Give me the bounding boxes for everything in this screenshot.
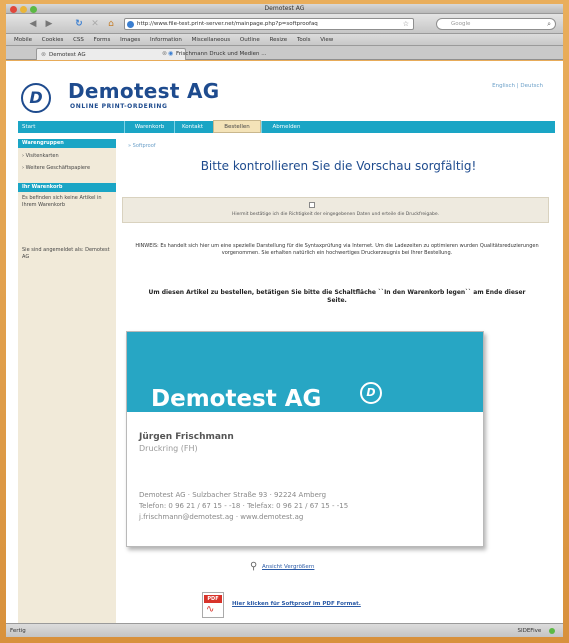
sidebar-heading-warenkorb: Ihr Warenkorb [18, 183, 116, 192]
home-icon[interactable]: ⌂ [104, 18, 118, 30]
site-identity-icon [127, 21, 134, 28]
card-address: Demotest AG · Sulzbacher Straße 93 · 922… [139, 490, 479, 523]
brand-logo[interactable]: D [21, 83, 51, 113]
search-input[interactable]: Google ⌕ [436, 18, 556, 30]
card-address-line: Demotest AG · Sulzbacher Straße 93 · 922… [139, 491, 327, 499]
d-logo-icon: D [29, 88, 43, 107]
approval-checkbox[interactable] [309, 202, 315, 208]
bookmark-item[interactable]: View [320, 34, 333, 45]
bookmark-item[interactable]: Tools [297, 34, 311, 45]
hint-text: HINWEIS: Es handelt sich hier um eine sp… [135, 243, 539, 256]
tab-label: Frischmann Druck und Medien ... [176, 51, 267, 57]
status-addon-label: SIDEFive [517, 628, 542, 634]
magnifier-icon[interactable]: ⚲ [250, 561, 257, 572]
login-status-text: Sie sind angemeldet als: Demotest AG [22, 247, 110, 260]
business-card-preview: Demotest AG D Jürgen Frischmann Druckrin… [126, 331, 484, 547]
nav-tab-kontakt[interactable]: Kontakt [174, 121, 210, 133]
close-tab-icon[interactable]: ⊗ [162, 48, 167, 60]
pdf-badge-label: PDF [204, 595, 222, 603]
search-placeholder: Google [451, 21, 471, 27]
browser-tab-bar: ⊗ Demotest AG ⊗ ◉ Frischmann Druck und M… [6, 46, 563, 60]
card-person-role: Druckring (FH) [139, 444, 198, 453]
nav-tab-abmelden[interactable]: Abmelden [261, 121, 311, 133]
card-brand-name: Demotest AG [151, 386, 322, 412]
window-title: Demotest AG [264, 5, 305, 12]
stop-icon[interactable]: ✕ [88, 18, 102, 30]
back-arrow-icon[interactable]: ◀ [26, 18, 40, 30]
url-text: http://www.file-test.print-server.net/ma… [137, 21, 318, 27]
pdf-softproof-link[interactable]: Hier klicken für Softproof im PDF Format… [232, 601, 361, 607]
card-logo: D [360, 382, 382, 404]
card-person-name: Jürgen Frischmann [139, 432, 234, 442]
nav-tab-warenkorb[interactable]: Warenkorb [124, 121, 174, 133]
reload-icon[interactable]: ↻ [72, 18, 86, 30]
tab-label: Demotest AG [49, 52, 86, 58]
bookmark-star-icon[interactable]: ☆ [403, 19, 409, 29]
language-links[interactable]: Englisch | Deutsch [492, 83, 543, 89]
bookmark-item[interactable]: Information [150, 34, 182, 45]
sidebar-item-visitenkarten[interactable]: › Visitenkarten [22, 153, 112, 160]
browser-toolbar: ◀ ▶ ↻ ✕ ⌂ http://www.file-test.print-ser… [6, 14, 563, 34]
nav-tab-bestellen[interactable]: Bestellen [213, 120, 261, 133]
web-page: D Demotest AG ONLINE PRINT-ORDERING Engl… [6, 61, 563, 623]
brand-subtitle: ONLINE PRINT-ORDERING [70, 103, 168, 110]
breadcrumb[interactable]: » Softproof [128, 143, 156, 149]
bookmark-item[interactable]: CSS [73, 34, 84, 45]
sidebar-item-geschaeftspapiere[interactable]: › Weitere Geschäftspapiere [22, 165, 112, 172]
nav-start-link[interactable]: Start [22, 121, 35, 133]
enlarge-view-link[interactable]: Ansicht Vergrößern [262, 564, 314, 570]
status-text: Fertig [10, 628, 26, 634]
sidebar-heading-warengruppen: Warengruppen [18, 139, 116, 148]
bookmarks-toolbar: Mobile Cookies CSS Forms Images Informat… [6, 34, 563, 46]
forward-arrow-icon[interactable]: ▶ [42, 18, 56, 30]
address-bar[interactable]: http://www.file-test.print-server.net/ma… [124, 18, 414, 30]
globe-icon: ◉ [168, 50, 174, 57]
sidebar: Warengruppen › Visitenkarten › Weitere G… [18, 139, 116, 623]
d-logo-icon: D [366, 386, 376, 399]
pdf-icon[interactable]: PDF ∿ [202, 592, 224, 618]
status-ok-icon [549, 627, 555, 634]
bookmark-item[interactable]: Outline [240, 34, 260, 45]
browser-tab[interactable]: ⊗ ◉ Frischmann Druck und Medien ... [158, 48, 348, 60]
bookmark-item[interactable]: Resize [270, 34, 288, 45]
main-navigation: Start Warenkorb Kontakt Bestellen Abmeld… [18, 120, 555, 133]
card-phone-line: Telefon: 0 96 21 / 67 15 - -18 · Telefax… [139, 502, 349, 510]
bookmark-item[interactable]: Images [120, 34, 140, 45]
brand-name: Demotest AG [68, 79, 220, 103]
bookmark-item[interactable]: Mobile [14, 34, 32, 45]
status-addon: SIDEFive [517, 624, 555, 638]
bookmark-item[interactable]: Cookies [42, 34, 64, 45]
confirmation-box: Hiermit bestätige ich die Richtigkeit de… [122, 197, 549, 223]
acrobat-swirl-icon: ∿ [206, 604, 215, 615]
approval-text: Hiermit bestätige ich die Richtigkeit de… [231, 212, 440, 217]
order-notice: Um diesen Artikel zu bestellen, betätige… [148, 289, 526, 304]
page-title: Bitte kontrollieren Sie die Vorschau sor… [200, 159, 477, 173]
card-web-line: j.frischmann@demotest.ag · www.demotest.… [139, 513, 304, 521]
window-titlebar: Demotest AG [6, 4, 563, 14]
bookmark-item[interactable]: Forms [94, 34, 111, 45]
cart-status-text: Es befinden sich keine Artikel in Ihrem … [22, 195, 102, 208]
search-icon[interactable]: ⌕ [547, 19, 551, 30]
close-tab-icon[interactable]: ⊗ [41, 49, 46, 60]
bookmark-item[interactable]: Miscellaneous [192, 34, 231, 45]
browser-status-bar: Fertig SIDEFive [6, 623, 563, 637]
